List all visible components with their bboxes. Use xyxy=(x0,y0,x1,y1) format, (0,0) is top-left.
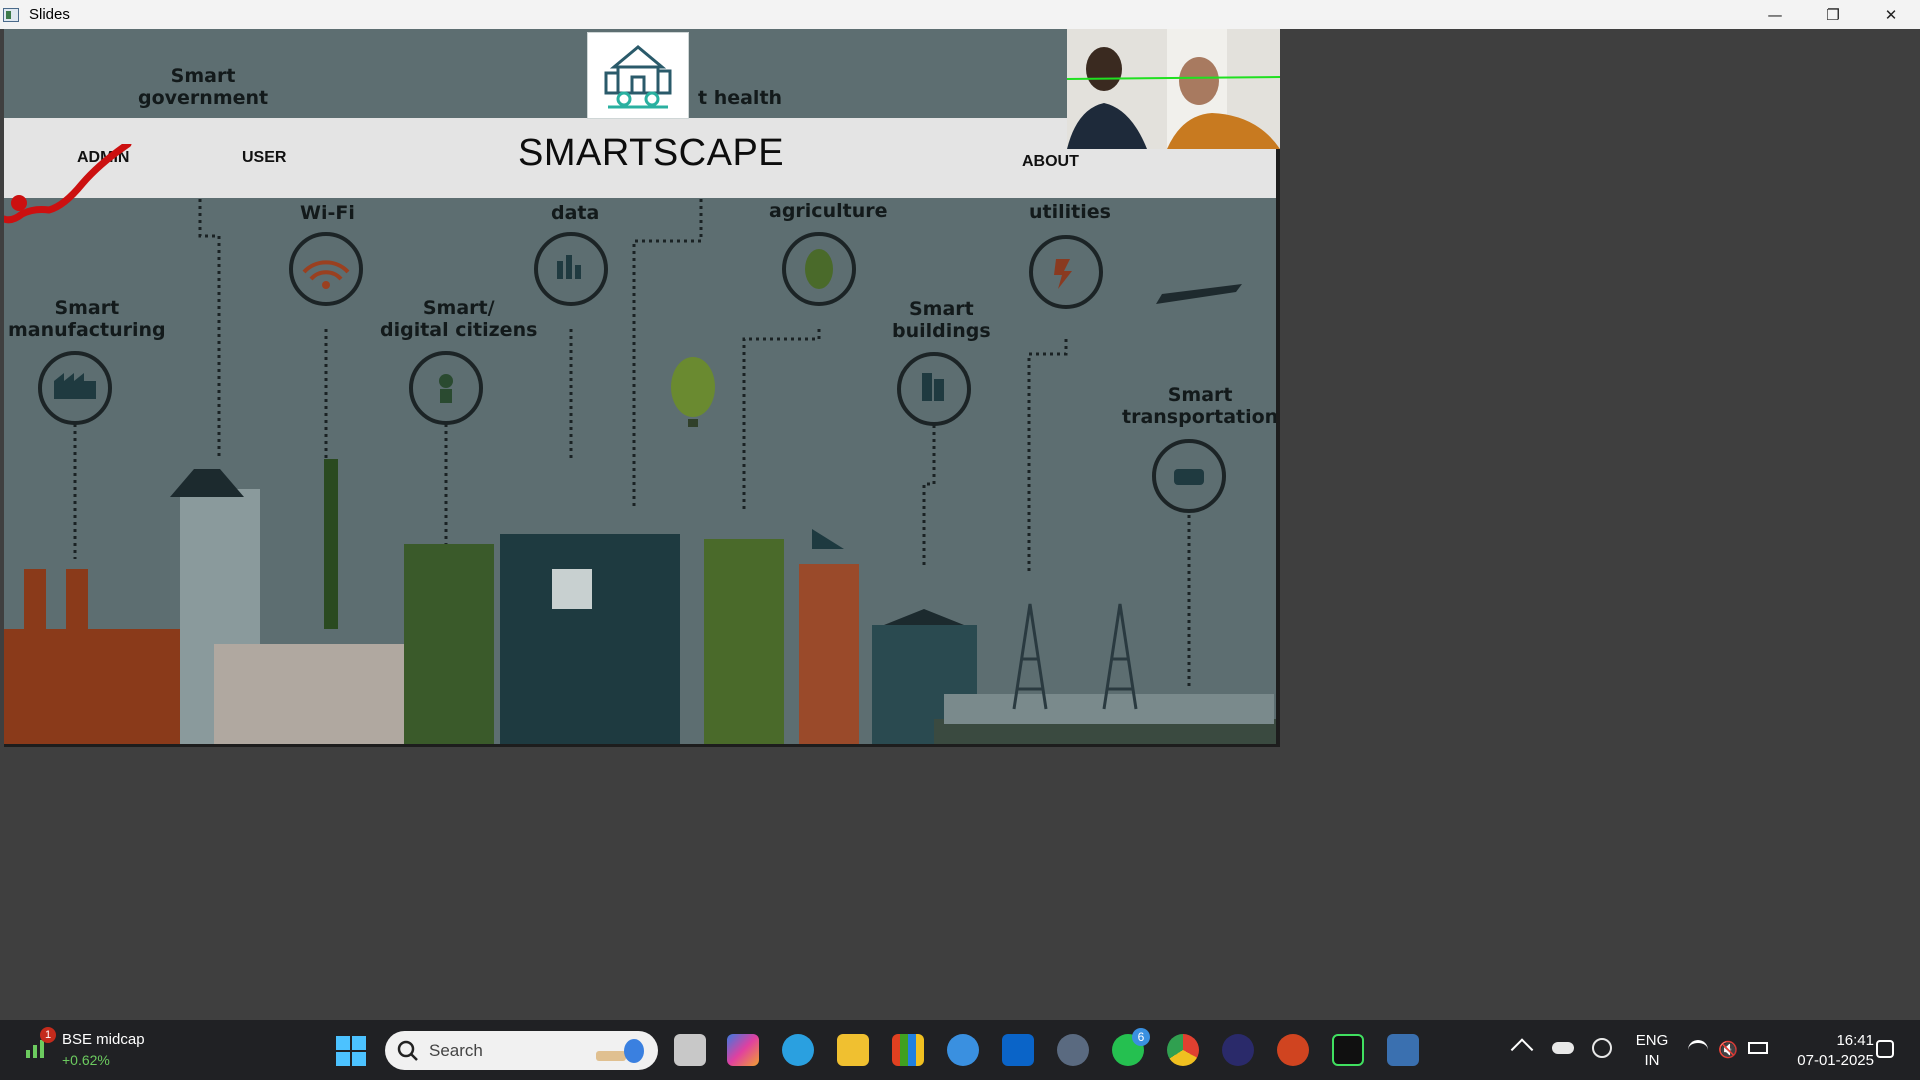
label-smart-transportation: Smart transportation xyxy=(1122,384,1279,428)
restore-button[interactable]: ❐ xyxy=(1804,0,1862,29)
nav-user-link[interactable]: USER xyxy=(242,149,286,167)
wifi-tray-icon[interactable] xyxy=(1688,1040,1708,1056)
file-explorer-icon[interactable] xyxy=(837,1034,869,1066)
speaker-muted-icon[interactable]: 🔇 xyxy=(1718,1040,1738,1059)
outlook-icon[interactable] xyxy=(1002,1034,1034,1066)
label-smart-buildings: Smart buildings xyxy=(892,298,991,342)
label-wifi: Wi-Fi xyxy=(300,202,355,224)
smart-city-logo-icon xyxy=(604,45,672,109)
webcam-preview xyxy=(1067,29,1280,149)
onedrive-cloud-icon[interactable] xyxy=(1552,1042,1574,1054)
label-smart-manufacturing: Smart manufacturing xyxy=(8,297,166,341)
copilot-icon[interactable] xyxy=(727,1034,759,1066)
windows-start-icon[interactable] xyxy=(336,1036,366,1066)
taskbar-clock[interactable]: 16:41 07-01-2025 xyxy=(1784,1031,1874,1071)
notification-bell-icon[interactable] xyxy=(1876,1040,1894,1058)
language-indicator[interactable]: ENG IN xyxy=(1634,1031,1670,1071)
eclipse-icon[interactable] xyxy=(1222,1034,1254,1066)
pycharm-icon[interactable] xyxy=(1332,1034,1364,1066)
site-title: SMARTSCAPE xyxy=(518,132,785,174)
taskbar-search-box[interactable]: Search xyxy=(385,1031,658,1070)
sync-icon[interactable] xyxy=(1592,1038,1612,1058)
minimize-button[interactable]: — xyxy=(1746,0,1804,29)
search-icon xyxy=(397,1040,418,1061)
close-button[interactable]: ✕ xyxy=(1862,0,1920,29)
wifi-icon xyxy=(289,232,363,306)
nav-about-link[interactable]: ABOUT xyxy=(1022,153,1079,171)
window-controls: — ❐ ✕ xyxy=(1746,0,1920,29)
whatsapp-badge: 6 xyxy=(1132,1028,1150,1046)
webcam-people-image xyxy=(1067,29,1280,149)
slides-app-icon xyxy=(3,7,19,22)
label-smart-citizens: Smart/ digital citizens xyxy=(380,297,538,341)
label-smart-agriculture: agriculture xyxy=(769,200,888,222)
show-hidden-icons-chevron-icon[interactable] xyxy=(1510,1038,1534,1061)
windows-taskbar: 1 BSE midcap +0.62% Search 6 ENG IN 🔇 16… xyxy=(0,1020,1920,1080)
label-smart-utilities: utilities xyxy=(1029,201,1111,223)
red-ink-annotation xyxy=(4,144,132,224)
powerpoint-icon[interactable] xyxy=(1277,1034,1309,1066)
chrome-icon[interactable] xyxy=(1167,1034,1199,1066)
window-title: Slides xyxy=(29,6,70,23)
label-smart-government: Smart government xyxy=(138,65,269,109)
python-app-icon[interactable] xyxy=(1387,1034,1419,1066)
stock-name: BSE midcap xyxy=(62,1031,145,1048)
clock-time: 16:41 xyxy=(1836,1032,1874,1049)
settings-gear-icon[interactable] xyxy=(1057,1034,1089,1066)
tips-icon[interactable] xyxy=(947,1034,979,1066)
stock-change: +0.62% xyxy=(62,1052,110,1068)
stock-notification-badge: 1 xyxy=(40,1027,56,1043)
smartscape-logo xyxy=(587,32,689,119)
label-open-data: data xyxy=(551,202,600,224)
microsoft-store-icon[interactable] xyxy=(892,1034,924,1066)
search-placeholder: Search xyxy=(429,1040,483,1060)
telegram-icon[interactable] xyxy=(782,1034,814,1066)
label-smart-health: t health xyxy=(698,87,783,109)
clock-date: 07-01-2025 xyxy=(1797,1052,1874,1069)
stock-widget[interactable]: 1 BSE midcap +0.62% xyxy=(24,1027,145,1070)
search-highlight-icon xyxy=(596,1039,644,1063)
task-view-icon[interactable] xyxy=(674,1034,706,1066)
battery-icon[interactable] xyxy=(1748,1042,1768,1054)
window-titlebar: Slides — ❐ ✕ xyxy=(0,0,1920,29)
